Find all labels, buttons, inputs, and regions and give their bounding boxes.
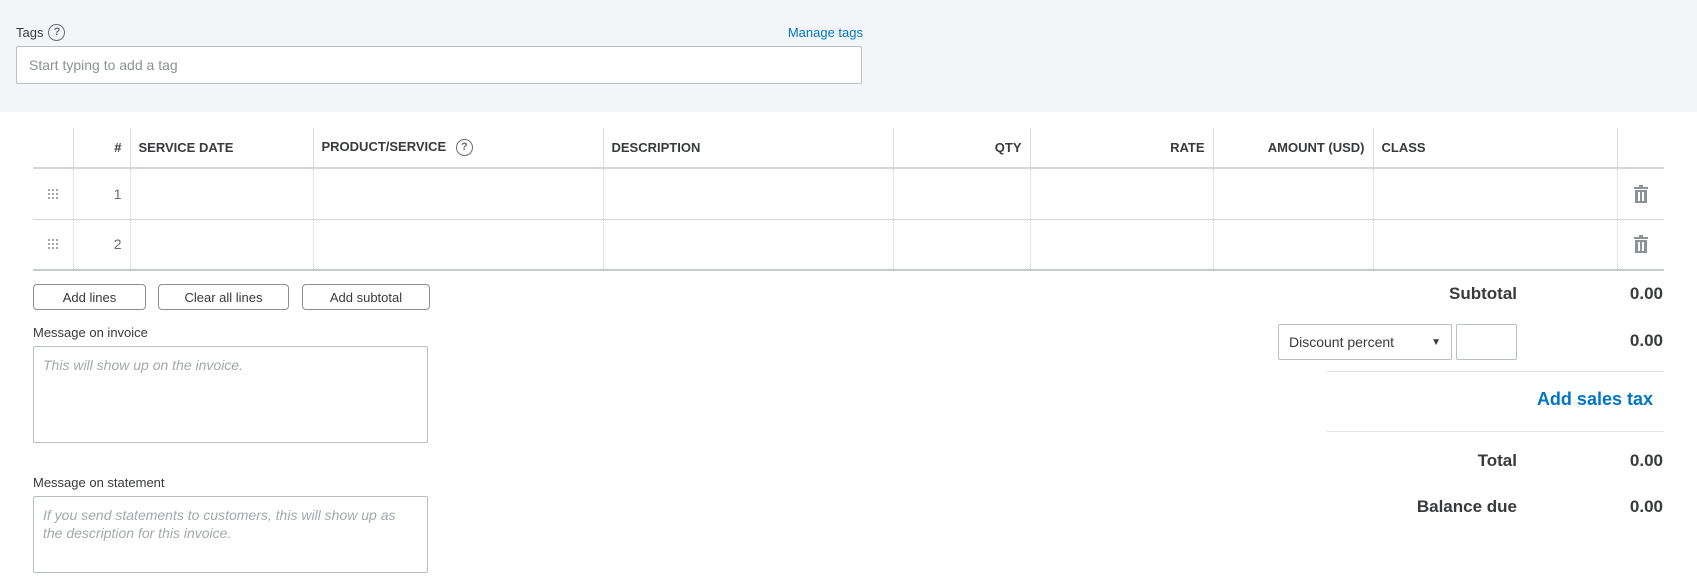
divider (1326, 371, 1664, 372)
drag-handle-icon[interactable] (47, 188, 58, 199)
row-number: 2 (72, 219, 130, 271)
service-date-cell[interactable] (129, 168, 313, 220)
product-service-cell[interactable] (312, 219, 603, 271)
message-statement-label: Message on statement (33, 475, 165, 490)
total-value: 0.00 (1629, 451, 1663, 470)
drag-cell[interactable] (33, 168, 73, 220)
balance-due-value: 0.00 (1629, 497, 1663, 516)
tags-label: Tags (16, 25, 44, 40)
tags-section: Tags ? Manage tags (0, 0, 1697, 112)
delete-cell[interactable] (1616, 168, 1664, 220)
discount-type-value: Discount percent (1289, 334, 1395, 350)
total-label: Total (1477, 451, 1517, 470)
col-class: CLASS (1372, 128, 1617, 169)
balance-due-label: Balance due (1416, 497, 1517, 516)
col-description: DESCRIPTION (602, 128, 893, 169)
manage-tags-link[interactable]: Manage tags (788, 25, 863, 40)
amount-cell[interactable] (1212, 219, 1373, 271)
col-amount: AMOUNT (USD) (1212, 128, 1373, 169)
discount-input[interactable] (1456, 324, 1517, 360)
discount-value: 0.00 (1629, 331, 1663, 350)
table-header-row: # SERVICE DATE PRODUCT/SERVICE ? DESCRIP… (33, 128, 1664, 169)
col-product-service: PRODUCT/SERVICE ? (312, 128, 603, 169)
description-cell[interactable] (602, 168, 893, 220)
description-cell[interactable] (602, 219, 893, 271)
add-subtotal-button[interactable]: Add subtotal (302, 284, 430, 310)
col-service-date: SERVICE DATE (129, 128, 313, 169)
drag-cell[interactable] (33, 219, 73, 271)
rate-cell[interactable] (1029, 219, 1213, 271)
subtotal-value: 0.00 (1629, 284, 1663, 303)
drag-handle-icon[interactable] (47, 239, 58, 250)
divider (1326, 431, 1664, 432)
class-cell[interactable] (1372, 168, 1617, 220)
col-rate: RATE (1029, 128, 1213, 169)
add-lines-button[interactable]: Add lines (33, 284, 146, 310)
product-service-cell[interactable] (312, 168, 603, 220)
line-items-table: # SERVICE DATE PRODUCT/SERVICE ? DESCRIP… (33, 128, 1664, 271)
message-invoice-label: Message on invoice (33, 325, 148, 340)
amount-cell[interactable] (1212, 168, 1373, 220)
trash-icon[interactable] (1633, 235, 1648, 254)
tags-label-row: Tags ? (16, 24, 66, 41)
row-number: 1 (72, 168, 130, 220)
class-cell[interactable] (1372, 219, 1617, 271)
subtotal-label: Subtotal (1449, 284, 1517, 303)
tags-input[interactable] (16, 46, 862, 84)
message-statement-input[interactable] (33, 496, 428, 573)
discount-type-select[interactable]: Discount percent ▼ (1278, 324, 1452, 360)
col-product-service-label: PRODUCT/SERVICE (321, 138, 447, 154)
rate-cell[interactable] (1029, 168, 1213, 220)
caret-down-icon: ▼ (1431, 336, 1441, 348)
col-number: # (72, 128, 130, 169)
add-sales-tax-link[interactable]: Add sales tax (1537, 389, 1653, 410)
message-invoice-input[interactable] (33, 346, 428, 443)
qty-cell[interactable] (892, 219, 1030, 271)
table-row: 1 (33, 168, 1664, 220)
question-circle-icon[interactable]: ? (455, 139, 473, 157)
question-circle-icon[interactable]: ? (48, 24, 66, 41)
trash-icon[interactable] (1633, 184, 1648, 203)
table-row: 2 (33, 219, 1664, 271)
qty-cell[interactable] (892, 168, 1030, 220)
delete-cell[interactable] (1616, 219, 1664, 271)
clear-all-lines-button[interactable]: Clear all lines (158, 284, 289, 310)
col-drag (33, 128, 73, 169)
col-qty: QTY (892, 128, 1030, 169)
service-date-cell[interactable] (129, 219, 313, 271)
col-actions (1616, 128, 1664, 169)
